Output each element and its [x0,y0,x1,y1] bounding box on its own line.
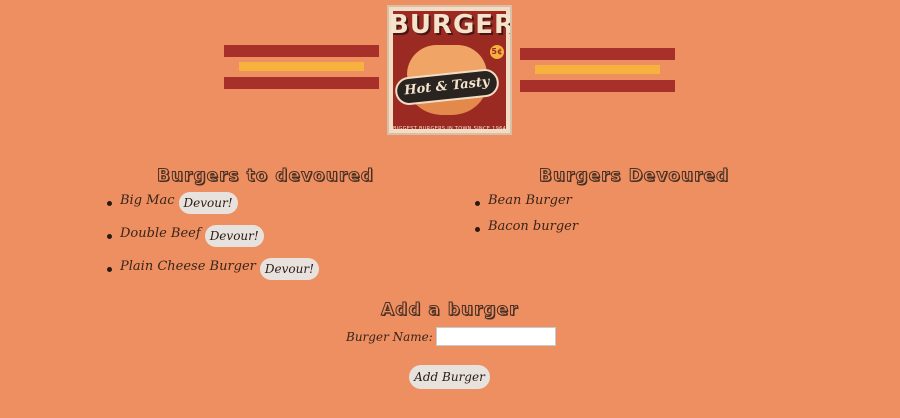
devoured-list: Bean Burger Bacon burger [474,193,578,245]
header-stripes-right [520,48,675,94]
devour-button[interactable]: Devour! [178,192,238,214]
burger-name: Plain Cheese Burger [120,259,256,274]
list-item: Bean Burger [474,193,578,219]
add-burger-button[interactable]: Add Burger [409,365,490,389]
add-burger-heading: Add a burger [381,300,519,321]
logo-title: BURGERS [389,10,510,40]
list-item: Bacon burger [474,219,578,245]
undevoured-list: Big Mac Devour! Double Beef Devour! Plai… [107,192,319,292]
logo-footer: BIGGEST BURGERS IN TOWN SINCE 1964 [392,126,507,132]
red-stripe [224,45,379,57]
devour-button[interactable]: Devour! [259,258,319,280]
yellow-stripe [535,65,660,74]
devoured-heading: Burgers Devoured [539,166,730,187]
devour-button[interactable]: Devour! [204,225,264,247]
red-stripe [520,48,675,60]
list-item: Double Beef Devour! [107,225,319,259]
burger-name-input[interactable] [436,327,556,346]
yellow-stripe [239,62,364,71]
logo-price-badge: 5¢ [490,45,504,59]
burger-name: Big Mac [120,193,175,208]
burger-name-label: Burger Name: [346,330,433,344]
list-item: Big Mac Devour! [107,192,319,226]
header-stripes-left [224,45,379,91]
red-stripe [224,77,379,89]
list-item: Plain Cheese Burger Devour! [107,258,319,292]
burger-name: Double Beef [120,226,201,241]
burgers-logo: BURGERS 5¢ Hot & Tasty BIGGEST BURGERS I… [387,5,512,135]
red-stripe [520,80,675,92]
undevoured-heading: Burgers to devoured [157,166,374,187]
